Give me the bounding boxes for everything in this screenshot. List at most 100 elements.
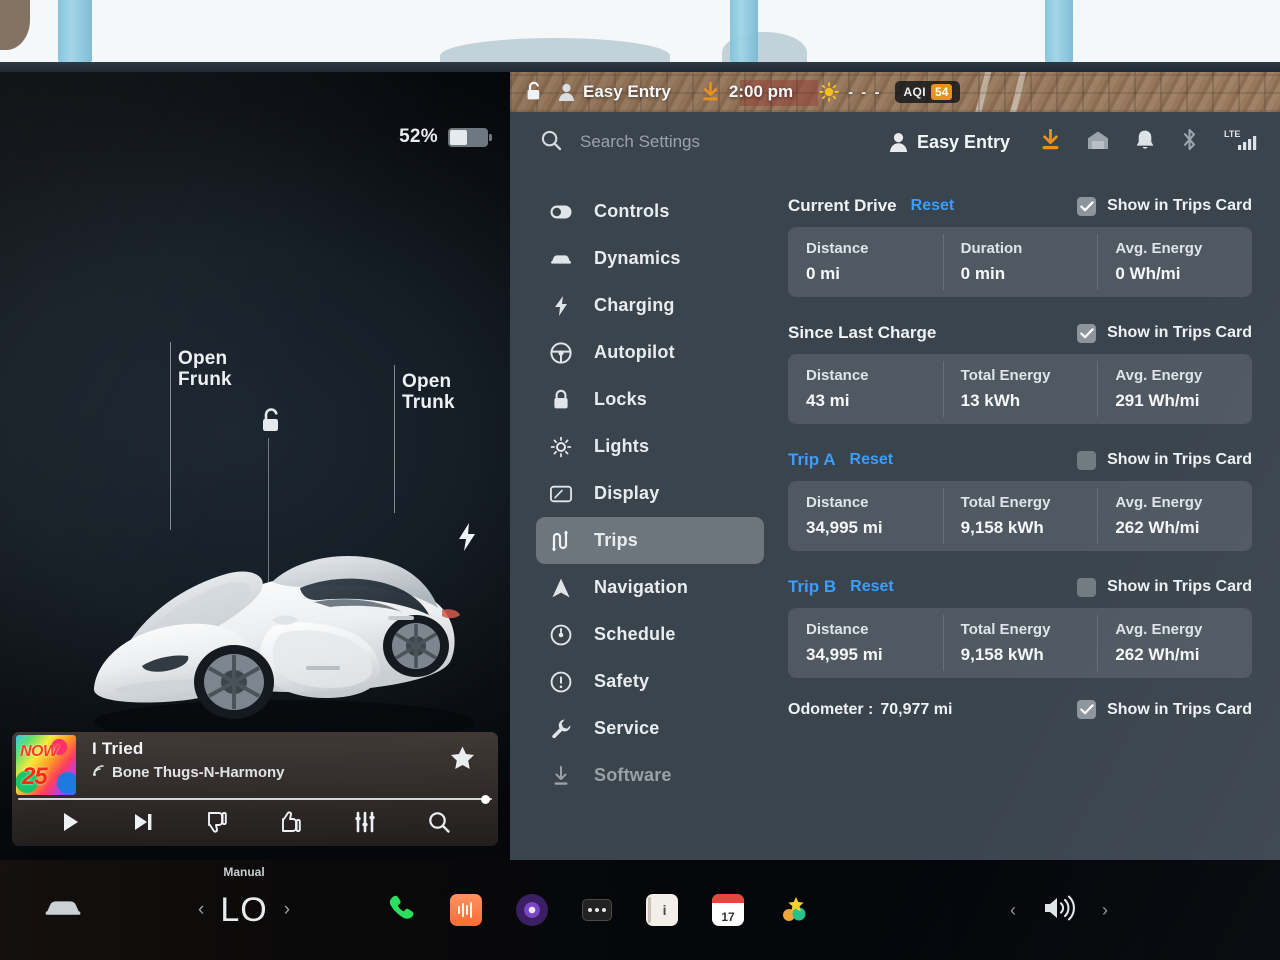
lte-signal-icon[interactable]: LTE — [1224, 128, 1258, 157]
progress-knob[interactable] — [481, 795, 490, 804]
thumbs-up-icon[interactable] — [279, 810, 303, 839]
play-icon[interactable] — [59, 811, 81, 838]
door-unlock-icon[interactable] — [524, 80, 544, 104]
battery-status[interactable]: 52% — [399, 126, 492, 148]
stat-cell: Distance 0 mi — [788, 227, 943, 297]
checkbox-label: Show in Trips Card — [1107, 324, 1252, 341]
climate-temperature[interactable]: LO — [220, 891, 267, 930]
sidebar-item-autopilot[interactable]: Autopilot — [536, 329, 764, 376]
strip-schedule[interactable]: 2:00 pm — [701, 82, 793, 102]
sidebar-item-charging[interactable]: Charging — [536, 282, 764, 329]
next-track-icon[interactable] — [131, 811, 155, 838]
stat-label: Total Energy — [960, 494, 1051, 511]
media-controls — [12, 801, 498, 846]
sidebar-label: Schedule — [594, 624, 676, 644]
equalizer-icon[interactable] — [353, 811, 377, 838]
reset-button-trip-a[interactable]: Reset — [850, 451, 894, 469]
favorite-star-icon[interactable] — [449, 745, 476, 776]
sun-icon — [819, 82, 839, 102]
stat-value: 262 Wh/mi — [1115, 645, 1200, 664]
album-art[interactable]: NOW 25 — [16, 735, 76, 795]
reset-button-current-drive[interactable]: Reset — [911, 197, 955, 215]
search-icon[interactable] — [427, 810, 451, 839]
checkbox-checked[interactable] — [1077, 700, 1097, 719]
show-in-trips-card-toggle-odometer[interactable]: Show in Trips Card — [1077, 700, 1252, 719]
driver-profile-button[interactable]: Easy Entry — [889, 132, 1010, 153]
theater-icon[interactable] — [516, 894, 549, 926]
open-trunk-callout[interactable]: Open Trunk — [394, 365, 455, 513]
section-header-trip-b: Trip B Reset Show in Trips Card — [788, 573, 1252, 601]
profile-name: Easy Entry — [916, 131, 1010, 152]
notes-icon[interactable]: i — [646, 894, 679, 926]
show-in-trips-card-toggle-current-drive[interactable]: Show in Trips Card — [1077, 196, 1252, 216]
volume-decrease-button[interactable]: ‹ — [1010, 900, 1016, 921]
route-icon — [550, 530, 572, 552]
stat-cell: Avg. Energy 262 Wh/mi — [1097, 608, 1252, 678]
sidebar-item-display[interactable]: Display — [536, 470, 764, 517]
open-frunk-callout[interactable]: Open Frunk — [170, 342, 232, 530]
volume-control: ‹ › — [1010, 894, 1108, 927]
climate-control[interactable]: Manual ‹ LO › — [198, 865, 290, 930]
status-icons: LTE — [1040, 128, 1258, 157]
stat-label: Avg. Energy — [1115, 494, 1203, 511]
bluetooth-icon[interactable] — [1181, 128, 1198, 156]
steering-wheel-icon — [550, 341, 572, 364]
media-progress-bar[interactable] — [12, 795, 498, 804]
download-icon[interactable] — [1040, 128, 1061, 156]
garage-icon[interactable] — [1087, 130, 1109, 155]
search-settings-wrap[interactable] — [540, 129, 889, 156]
sidebar-item-service[interactable]: Service — [536, 705, 764, 752]
sidebar-item-lights[interactable]: Lights — [536, 423, 764, 470]
model-3-illustration[interactable] — [58, 470, 498, 750]
thumbs-down-icon[interactable] — [205, 810, 229, 839]
sidebar-item-trips[interactable]: Trips — [536, 517, 764, 564]
checkbox-unchecked[interactable] — [1077, 450, 1097, 470]
show-in-trips-card-toggle-trip-a[interactable]: Show in Trips Card — [1077, 450, 1252, 470]
section-title[interactable]: Trip B — [788, 577, 836, 597]
stat-value: 34,995 mi — [806, 518, 883, 537]
checkbox-checked[interactable] — [1077, 196, 1097, 216]
bell-icon[interactable] — [1135, 129, 1155, 156]
controls-dots-icon[interactable] — [582, 899, 613, 921]
sidebar-item-dynamics[interactable]: Dynamics — [536, 235, 764, 282]
search-input[interactable] — [580, 132, 860, 152]
sidebar-item-locks[interactable]: Locks — [536, 376, 764, 423]
temp-decrease-button[interactable]: ‹ — [198, 899, 204, 921]
sidebar-item-safety[interactable]: Safety — [536, 658, 764, 705]
unlock-icon[interactable] — [258, 406, 284, 441]
person-icon — [558, 83, 575, 101]
search-icon[interactable] — [540, 129, 562, 156]
navigation-arrow-icon — [550, 577, 572, 599]
album-art-title: NOW — [20, 743, 58, 760]
sidebar-item-controls[interactable]: Controls — [536, 188, 764, 235]
streaming-icon — [92, 764, 106, 781]
weather-temp-placeholder: - - - — [848, 83, 882, 101]
sidebar-label: Dynamics — [594, 248, 681, 268]
strip-driver-profile[interactable]: Easy Entry — [558, 82, 671, 102]
aqi-badge[interactable]: AQI 54 — [895, 81, 961, 103]
vehicle-visualizer-pane: 52% Open Frunk Open Trunk NOW 25 I Tried… — [0, 72, 510, 860]
calendar-icon[interactable]: 17 — [712, 894, 745, 926]
bolt-icon — [550, 295, 572, 317]
sidebar-item-schedule[interactable]: Schedule — [536, 611, 764, 658]
volume-icon[interactable] — [1042, 894, 1076, 927]
car-status-icon[interactable] — [44, 897, 82, 924]
toybox-icon[interactable] — [778, 894, 810, 926]
sidebar-item-software[interactable]: Software — [536, 752, 764, 799]
stat-cell: Distance 43 mi — [788, 354, 943, 424]
volume-increase-button[interactable]: › — [1102, 900, 1108, 921]
carport-post-2 — [730, 0, 758, 62]
checkbox-unchecked[interactable] — [1077, 577, 1097, 597]
energy-icon[interactable] — [450, 894, 483, 926]
media-player[interactable]: NOW 25 I Tried Bone Thugs-N-Harmony — [12, 732, 498, 846]
checkbox-checked[interactable] — [1077, 323, 1097, 343]
checkbox-label: Show in Trips Card — [1107, 700, 1252, 718]
show-in-trips-card-toggle-trip-b[interactable]: Show in Trips Card — [1077, 577, 1252, 597]
temp-increase-button[interactable]: › — [284, 899, 290, 921]
phone-icon[interactable] — [386, 893, 416, 928]
reset-button-trip-b[interactable]: Reset — [850, 578, 894, 596]
frunk-label-line1: Open — [178, 348, 228, 369]
show-in-trips-card-toggle-since-last-charge[interactable]: Show in Trips Card — [1077, 323, 1252, 343]
sidebar-item-navigation[interactable]: Navigation — [536, 564, 764, 611]
section-title[interactable]: Trip A — [788, 450, 836, 470]
